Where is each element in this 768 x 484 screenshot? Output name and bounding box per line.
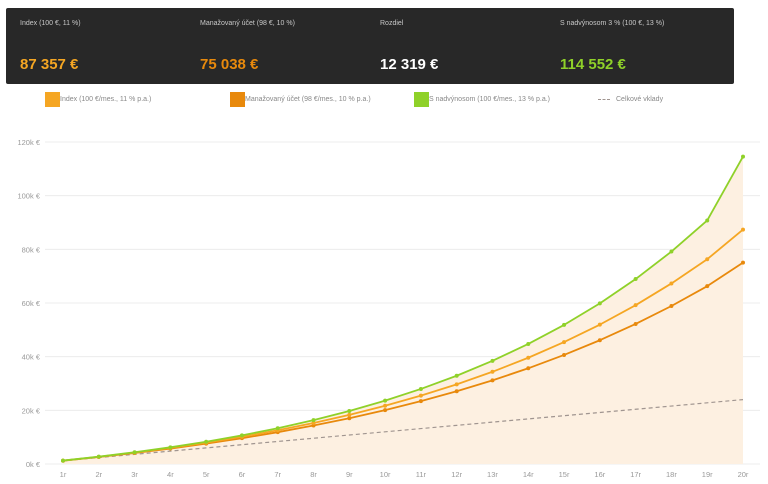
y-tick-label: 0k € [26, 460, 41, 469]
x-tick-label: 19r [702, 470, 713, 479]
x-tick-label: 12r [451, 470, 462, 479]
data-point[interactable] [490, 358, 495, 363]
x-tick-label: 8r [310, 470, 317, 479]
chart-legend: Index (100 €/mes., 11 % p.a.) Manažovaný… [0, 90, 768, 112]
data-point[interactable] [741, 227, 745, 232]
data-point[interactable] [418, 393, 423, 398]
x-axis-ticks: 1r 2r 3r 4r 5r 6r 7r 8r 9r 10r 11r 12r 13r 14r 15r 16r 1… [60, 470, 749, 479]
x-tick-label: 4r [167, 470, 174, 479]
data-point[interactable] [383, 403, 388, 408]
data-point[interactable] [204, 439, 209, 444]
data-point[interactable] [418, 386, 423, 391]
data-point[interactable] [633, 303, 638, 308]
summary-managed-label: Manažovaný účet (98 €, 10 %) [200, 20, 295, 27]
x-tick-label: 1r [60, 470, 67, 479]
summary-bonus-value: 114 552 € [560, 56, 626, 73]
summary-difference-value: 12 319 € [380, 56, 439, 73]
legend-label-managed: Manažovaný účet (98 €/mes., 10 % p.a.) [245, 96, 371, 103]
y-tick-label: 120k € [17, 138, 40, 147]
x-tick-label: 10r [380, 470, 391, 479]
data-point[interactable] [454, 382, 459, 387]
data-point[interactable] [311, 418, 316, 423]
growth-chart: 0k € 20k € 40k € 60k € 80k € 100k € 120k € 1r 2… [17, 138, 760, 479]
area-under-curve [63, 156, 743, 464]
data-point[interactable] [562, 352, 567, 357]
x-tick-label: 6r [239, 470, 246, 479]
data-point[interactable] [705, 257, 710, 262]
legend-label-deposits: Celkové vklady [616, 96, 664, 103]
x-tick-label: 11r [416, 470, 427, 479]
y-tick-label: 80k € [22, 245, 41, 254]
x-tick-label: 7r [274, 470, 281, 479]
x-tick-label: 20r [738, 470, 749, 479]
x-tick-label: 3r [131, 470, 138, 479]
data-point[interactable] [275, 426, 280, 431]
data-point[interactable] [239, 433, 244, 438]
summary-difference-label: Rozdiel [380, 20, 404, 27]
data-point[interactable] [705, 218, 710, 223]
summary-panel: Index (100 €, 11 %) 87 357 € Manažovaný … [6, 8, 734, 84]
data-point[interactable] [669, 303, 674, 308]
y-tick-label: 40k € [22, 353, 41, 362]
x-tick-label: 5r [203, 470, 210, 479]
summary-index-label: Index (100 €, 11 %) [20, 20, 81, 27]
y-tick-label: 100k € [17, 192, 40, 201]
legend-swatch-managed [230, 92, 245, 107]
data-point[interactable] [347, 412, 352, 417]
legend-swatch-index [45, 92, 60, 107]
x-tick-label: 13r [487, 470, 498, 479]
x-tick-label: 2r [95, 470, 102, 479]
data-point[interactable] [383, 408, 388, 413]
data-point[interactable] [669, 249, 674, 254]
data-point[interactable] [741, 260, 745, 265]
data-point[interactable] [383, 398, 388, 403]
data-point[interactable] [633, 321, 638, 326]
legend-dash-deposits [598, 99, 610, 100]
y-tick-label: 60k € [22, 299, 41, 308]
data-point[interactable] [597, 322, 602, 327]
summary-index-value: 87 357 € [20, 56, 79, 73]
data-point[interactable] [705, 284, 710, 289]
data-point[interactable] [490, 369, 495, 374]
x-tick-label: 16r [594, 470, 605, 479]
data-point[interactable] [562, 340, 567, 345]
data-point[interactable] [454, 389, 459, 394]
data-point[interactable] [597, 301, 602, 306]
data-point[interactable] [490, 378, 495, 383]
data-point[interactable] [132, 450, 137, 455]
legend-swatch-bonus [414, 92, 429, 107]
data-point[interactable] [633, 277, 638, 282]
data-point[interactable] [454, 373, 459, 378]
area-fill [63, 156, 743, 464]
data-point[interactable] [562, 322, 567, 327]
summary-managed-value: 75 038 € [200, 56, 259, 73]
data-point[interactable] [741, 154, 745, 159]
x-tick-label: 9r [346, 470, 353, 479]
data-point[interactable] [597, 338, 602, 343]
data-point[interactable] [96, 454, 101, 459]
data-point[interactable] [61, 458, 65, 463]
legend-label-index: Index (100 €/mes., 11 % p.a.) [60, 96, 152, 103]
data-point[interactable] [418, 399, 423, 404]
x-tick-label: 18r [666, 470, 677, 479]
data-point[interactable] [347, 408, 352, 413]
x-tick-label: 15r [559, 470, 570, 479]
y-tick-label: 20k € [22, 406, 41, 415]
data-point[interactable] [526, 355, 531, 360]
x-tick-label: 14r [523, 470, 534, 479]
data-point[interactable] [526, 341, 531, 346]
summary-bonus-label: S nadvýnosom 3 % (100 €, 13 %) [560, 20, 665, 27]
y-axis-ticks: 0k € 20k € 40k € 60k € 80k € 100k € 120k € [17, 138, 40, 469]
data-point[interactable] [669, 281, 674, 286]
data-point[interactable] [526, 366, 531, 371]
legend-label-bonus: S nadvýnosom (100 €/mes., 13 % p.a.) [429, 96, 551, 103]
x-tick-label: 17r [630, 470, 641, 479]
data-point[interactable] [168, 445, 173, 450]
